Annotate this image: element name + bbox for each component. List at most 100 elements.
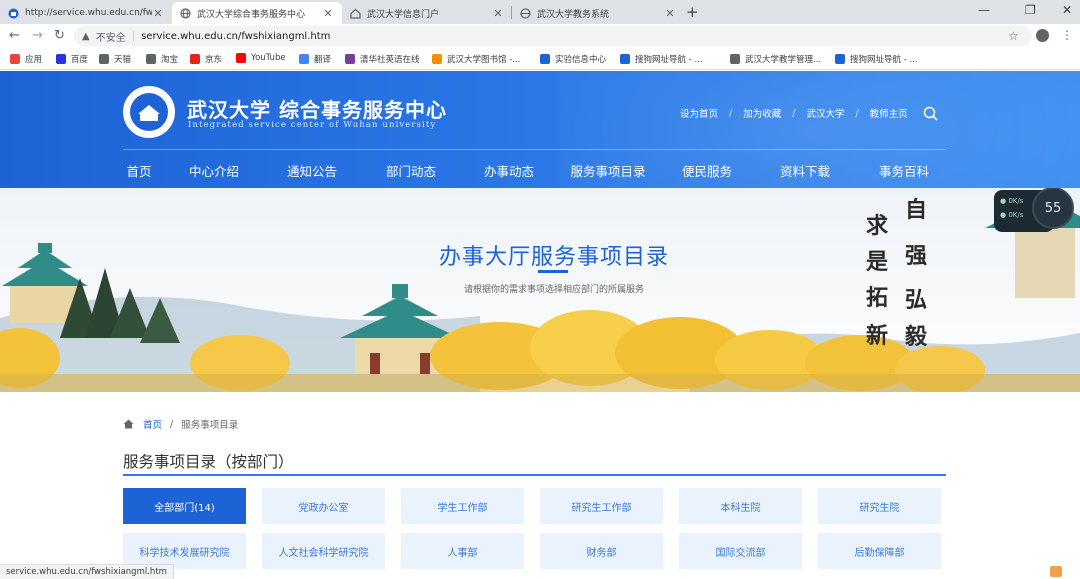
add-favorite-link[interactable]: 加为收藏 (743, 106, 781, 120)
bookmark-item[interactable]: 武汉大学教学管理... (730, 53, 821, 65)
bookmark-item[interactable]: 翻译 (299, 53, 331, 65)
tab-strip: http://service.whu.edu.cn/fwsh ✕ 武汉大学综合事… (0, 0, 1080, 24)
whu-link[interactable]: 武汉大学 (806, 106, 844, 120)
tab-service-center[interactable]: 武汉大学综合事务服务中心 ✕ (172, 2, 342, 24)
address-bar[interactable]: ▲ 不安全 | service.whu.edu.cn/fwshixiangml.… (74, 26, 1032, 46)
breadcrumb-separator: / (170, 418, 174, 430)
nav-about[interactable]: 中心介绍 (189, 161, 239, 180)
menu-kebab-icon[interactable]: ⋮ (1061, 28, 1073, 42)
warning-icon[interactable]: ▲ (82, 31, 90, 42)
department-filter-button[interactable]: 研究生院 (818, 488, 941, 524)
bookmark-item[interactable]: 百度 (56, 53, 88, 65)
speed-percent: 55 (1032, 188, 1074, 229)
nav-service-catalog[interactable]: 服务事项目录 (570, 161, 645, 180)
forward-icon[interactable]: → (32, 28, 43, 43)
bookmark-item[interactable]: 淘宝 (146, 53, 178, 65)
site-subtitle: Integrated service center of Wuhan unive… (188, 120, 437, 130)
bookmark-label: 武汉大学图书馆 -... (447, 55, 521, 65)
bookmark-label: 武汉大学教学管理... (745, 55, 822, 65)
department-filter-button[interactable]: 学生工作部 (401, 488, 524, 524)
bookmark-label: 搜狗网址导航 - ... (850, 55, 918, 65)
search-icon[interactable] (923, 106, 938, 121)
youtube-icon (236, 53, 246, 63)
back-icon[interactable]: ← (9, 28, 20, 43)
nav-home[interactable]: 首页 (126, 161, 151, 180)
book-icon (345, 54, 355, 64)
university-favicon (8, 8, 19, 18)
upload-speed: ● 0K/s (1000, 197, 1024, 205)
breadcrumb-home-link[interactable]: 首页 (143, 417, 162, 431)
jd-icon (190, 54, 200, 64)
tab-service-url[interactable]: http://service.whu.edu.cn/fwsh ✕ (0, 2, 172, 24)
department-filter-button[interactable]: 全部部门(14) (123, 488, 246, 524)
department-filter-button[interactable]: 本科生院 (679, 488, 802, 524)
top-links: 设为首页 / 加为收藏 / 武汉大学 / 教师主页 (680, 106, 908, 121)
university-seal-logo[interactable] (123, 86, 175, 138)
nav-notices[interactable]: 通知公告 (287, 161, 337, 180)
tab-info-portal[interactable]: 武汉大学信息门户 ✕ (342, 2, 512, 24)
download-speed: ● 0K/s (1000, 211, 1024, 219)
tab-title: 武汉大学教务系统 (537, 9, 610, 20)
bookmark-item[interactable]: 京东 (190, 53, 222, 65)
close-window-button[interactable]: ✕ (1062, 3, 1072, 17)
set-homepage-link[interactable]: 设为首页 (680, 106, 718, 120)
bookmark-label: 天猫 (114, 55, 132, 65)
bookmarks-bar: 应用 百度 天猫 淘宝 京东 YouTube 翻译 清华社英语在线 武汉大学图书馆 -... 实验… (0, 48, 1080, 70)
address-divider: | (131, 30, 136, 42)
close-icon[interactable]: ✕ (152, 7, 164, 20)
network-speed-widget[interactable]: ● 0K/s ● 0K/s 55 (994, 188, 1080, 236)
close-icon[interactable]: ✕ (664, 7, 676, 20)
bookmark-label: 百度 (71, 55, 89, 65)
baidu-icon (56, 54, 66, 64)
motto-char: 拓 (866, 285, 889, 311)
tab-title: http://service.whu.edu.cn/fwsh (25, 8, 152, 18)
department-filter-button[interactable]: 人文社会科学研究院 (262, 533, 385, 569)
bookmark-item[interactable]: 搜狗网址导航 - ... (835, 53, 918, 65)
translate-icon (299, 54, 309, 64)
bookmark-item[interactable]: 搜狗网址导航 - ... (620, 53, 703, 65)
department-filter-button[interactable]: 人事部 (401, 533, 524, 569)
nav-wiki[interactable]: 事务百科 (879, 161, 929, 180)
reload-icon[interactable]: ↻ (54, 28, 65, 43)
department-filter-button[interactable]: 财务部 (540, 533, 663, 569)
bookmark-item[interactable]: 天猫 (99, 53, 131, 65)
department-filter-button[interactable]: 国际交流部 (679, 533, 802, 569)
nav-downloads[interactable]: 资料下载 (780, 161, 830, 180)
globe-icon (146, 54, 156, 64)
library-icon (432, 54, 442, 64)
globe-icon (99, 54, 109, 64)
nav-affairs-news[interactable]: 办事动态 (484, 161, 534, 180)
close-icon[interactable]: ✕ (492, 7, 504, 20)
page-favicon (520, 7, 531, 19)
bookmark-item[interactable]: 应用 (10, 53, 42, 65)
teacher-homepage-link[interactable]: 教师主页 (870, 106, 908, 120)
status-bar: service.whu.edu.cn/fwshixiangml.htm (0, 564, 174, 579)
bookmark-item[interactable]: 清华社英语在线 (345, 53, 420, 65)
bookmark-label: 淘宝 (161, 55, 179, 65)
department-filter-button[interactable]: 党政办公室 (262, 488, 385, 524)
minimize-button[interactable]: — (978, 3, 990, 17)
motto-char: 求 (866, 213, 889, 239)
nav-dept-news[interactable]: 部门动态 (386, 161, 436, 180)
main-nav: 首页 中心介绍 通知公告 部门动态 办事动态 服务事项目录 便民服务 资料下载 … (0, 161, 1080, 179)
account-avatar-icon[interactable] (1036, 29, 1049, 42)
url-text[interactable]: service.whu.edu.cn/fwshixiangml.htm (141, 31, 330, 42)
department-filter-button[interactable]: 后勤保障部 (818, 533, 941, 569)
tray-app-icon[interactable] (1050, 566, 1062, 577)
maximize-button[interactable]: ❐ (1025, 3, 1036, 17)
department-filter-button[interactable]: 研究生工作部 (540, 488, 663, 524)
new-tab-button[interactable]: + (686, 3, 699, 21)
link-separator: / (792, 107, 796, 119)
bookmark-label: YouTube (251, 53, 286, 63)
nav-convenience[interactable]: 便民服务 (682, 161, 732, 180)
bookmark-item[interactable]: 实验信息中心 (540, 53, 606, 65)
bookmark-item[interactable]: 武汉大学图书馆 -... (432, 53, 520, 65)
site-title[interactable]: 武汉大学 综合事务服务中心 (187, 94, 447, 123)
tab-academic-system[interactable]: 武汉大学教务系统 ✕ (512, 2, 684, 24)
bookmark-label: 应用 (25, 55, 43, 65)
bookmark-star-icon[interactable]: ☆ (1008, 29, 1019, 43)
security-label: 不安全 (95, 32, 126, 44)
close-icon[interactable]: ✕ (322, 7, 334, 20)
bookmark-item[interactable]: YouTube (236, 53, 286, 63)
section-title: 服务事项目录（按部门） (123, 453, 294, 471)
